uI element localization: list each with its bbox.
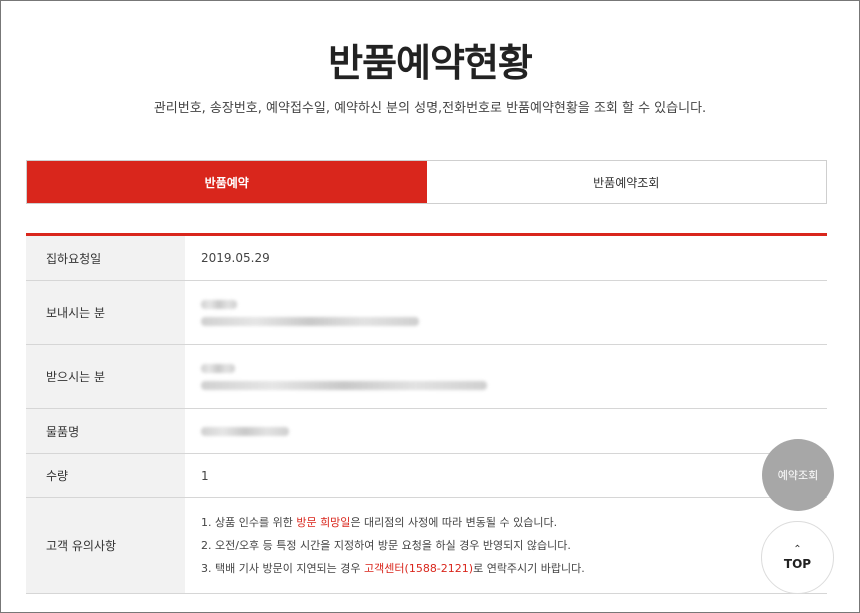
table-row-notice: 고객 유의사항 1. 상품 인수를 위한 방문 희망일은 대리점의 사정에 따라… [26, 498, 827, 594]
page-title: 반품예약현황 [328, 41, 533, 85]
reservation-table: 집하요청일 2019.05.29 보내시는 분 받으시는 분 물품명 수량 1 … [26, 233, 827, 594]
table-row-quantity: 수량 1 [26, 454, 827, 498]
tab-return-inquiry[interactable]: 반품예약조회 [426, 161, 826, 203]
notice-line-3-text: 3. 택배 기사 방문이 지연되는 경우 [201, 562, 365, 575]
notice-line-1-text: 1. 상품 인수를 위한 [201, 516, 297, 529]
table-row-sender: 보내시는 분 [26, 281, 827, 345]
receiver-label: 받으시는 분 [26, 345, 185, 408]
receiver-address-redacted [201, 380, 487, 390]
notice-content: 1. 상품 인수를 위한 방문 희망일은 대리점의 사정에 따라 변동될 수 있… [185, 498, 827, 593]
notice-line-3-tail: 로 연락주시기 바랍니다. [473, 562, 585, 575]
chevron-up-icon: ⌃ [793, 543, 802, 555]
receiver-value [185, 345, 827, 408]
reservation-inquiry-button[interactable]: 예약조회 [762, 439, 834, 511]
top-label: TOP [783, 556, 812, 571]
table-row-receiver: 받으시는 분 [26, 345, 827, 409]
item-name-redacted [201, 426, 289, 436]
notice-line-1: 1. 상품 인수를 위한 방문 희망일은 대리점의 사정에 따라 변동될 수 있… [201, 511, 827, 534]
sender-value [185, 281, 827, 344]
table-row-pickup-date: 집하요청일 2019.05.29 [26, 236, 827, 281]
sender-name-redacted [201, 299, 237, 309]
pickup-date-label: 집하요청일 [26, 236, 185, 280]
tab-return-reservation[interactable]: 반품예약 [27, 161, 427, 203]
pickup-date-value: 2019.05.29 [201, 251, 270, 265]
notice-line-2: 2. 오전/오후 등 특정 시간을 지정하여 방문 요청을 하실 경우 반영되지… [201, 539, 571, 552]
visit-date-highlight: 방문 희망일 [296, 516, 351, 529]
item-label: 물품명 [26, 409, 185, 453]
scroll-top-button[interactable]: ⌃ TOP [761, 521, 834, 594]
sender-label: 보내시는 분 [26, 281, 185, 344]
notice-line-1-tail: 은 대리점의 사정에 따라 변동될 수 있습니다. [350, 516, 558, 529]
receiver-name-redacted [201, 363, 235, 373]
notice-label: 고객 유의사항 [26, 498, 185, 593]
quantity-value: 1 [201, 468, 209, 483]
sender-address-redacted [201, 316, 419, 326]
customer-center-highlight: 고객센터(1588-2121) [364, 562, 474, 575]
item-value [185, 409, 827, 453]
tab-bar: 반품예약 반품예약조회 [26, 160, 827, 204]
table-row-item: 물품명 [26, 409, 827, 454]
notice-line-3: 3. 택배 기사 방문이 지연되는 경우 고객센터(1588-2121)로 연락… [201, 557, 827, 580]
quantity-label: 수량 [26, 454, 185, 497]
page-subtitle: 관리번호, 송장번호, 예약접수일, 예약하신 분의 성명,전화번호로 반품예약… [153, 101, 707, 116]
